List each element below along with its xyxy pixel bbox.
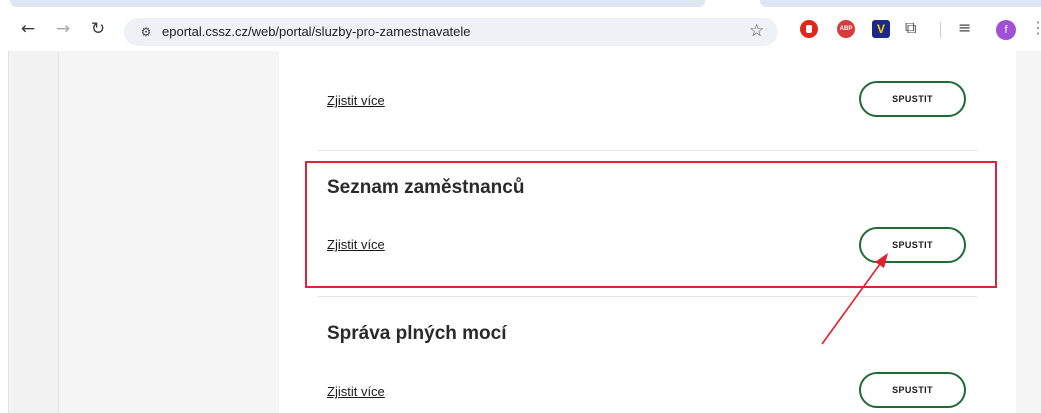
learn-more-link[interactable]: Zjistit více xyxy=(327,384,385,399)
avatar[interactable]: f xyxy=(996,20,1016,40)
star-icon[interactable]: ☆ xyxy=(749,21,764,41)
address-bar[interactable]: ⚙ eportal.cssz.cz/web/portal/sluzby-pro-… xyxy=(124,18,778,46)
launch-button[interactable]: SPUSTIT xyxy=(859,81,966,117)
playlist-icon[interactable]: ≡ xyxy=(958,18,971,37)
right-gutter xyxy=(1016,51,1041,413)
left-edge-line xyxy=(8,51,9,413)
sidebar xyxy=(58,51,279,413)
learn-more-link[interactable]: Zjistit více xyxy=(327,93,385,108)
url-text[interactable]: eportal.cssz.cz/web/portal/sluzby-pro-za… xyxy=(162,24,471,39)
service-title: Správa plných mocí xyxy=(327,323,507,344)
v-extension-icon[interactable]: V xyxy=(872,20,890,38)
service-divider xyxy=(318,150,977,151)
inactive-tab[interactable] xyxy=(760,0,1041,7)
reload-icon[interactable]: ↻ xyxy=(85,16,111,42)
left-edge xyxy=(0,51,8,413)
arrow-left-icon[interactable]: ← xyxy=(15,16,41,42)
launch-button[interactable]: SPUSTIT xyxy=(859,372,966,408)
service-divider xyxy=(318,296,977,297)
toolbar-divider xyxy=(940,22,941,38)
stop-extension-icon[interactable] xyxy=(800,20,818,38)
tab-strip xyxy=(0,0,1041,7)
puzzle-icon[interactable]: ⧉ xyxy=(905,18,925,38)
arrow-right-icon[interactable]: → xyxy=(50,16,76,42)
abp-extension-icon[interactable]: ABP xyxy=(837,20,855,38)
kebab-icon[interactable]: ⋮ xyxy=(1030,18,1041,37)
active-tab[interactable] xyxy=(10,0,705,7)
highlight-box xyxy=(305,161,997,288)
tune-icon[interactable]: ⚙ xyxy=(137,23,155,41)
